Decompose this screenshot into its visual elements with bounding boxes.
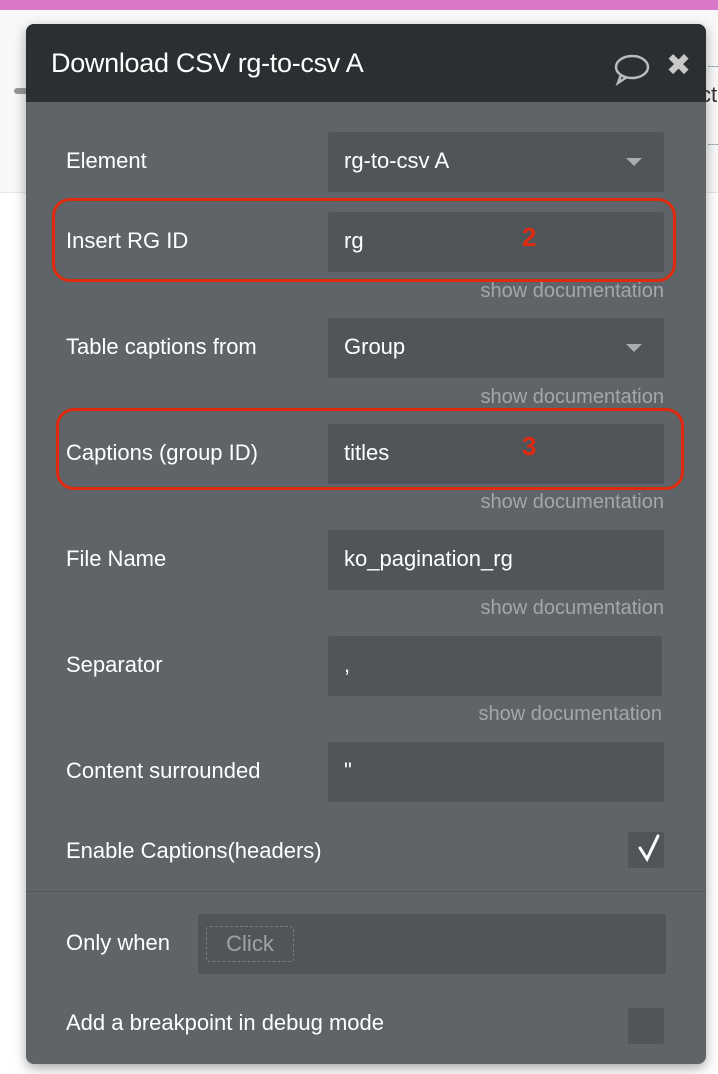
separator-value: , [344,652,351,677]
enable-captions-label: Enable Captions(headers) [66,838,322,863]
annotation-number-2: 2 [522,222,537,252]
breakpoint-checkbox[interactable] [628,1008,664,1044]
table-captions-label: Table captions from [66,334,257,359]
separator-input[interactable]: , [328,636,662,696]
annotation-number-3: 3 [522,431,537,461]
element-value: rg-to-csv A [344,148,450,173]
close-x-icon[interactable]: ✖ [666,48,691,83]
speech-bubble-icon[interactable] [612,52,650,86]
element-label: Element [66,148,147,173]
enable-captions-checkbox[interactable] [628,832,664,868]
top-bar [0,0,718,10]
table-captions-dropdown[interactable]: Group [328,318,664,378]
file-name-value: ko_pagination_rg [344,546,513,571]
dialog-header: Download CSV rg-to-csv A ✖ [26,24,706,102]
content-surrounded-label: Content surrounded [66,758,261,783]
only-when-label: Only when [66,930,170,955]
content-surrounded-value: " [344,758,352,783]
annotation-box-3 [56,408,684,490]
dashed-line [708,66,718,67]
show-documentation-link[interactable]: show documentation [479,703,662,726]
checkmark-icon [638,834,660,863]
click-placeholder[interactable]: Click [206,926,294,962]
chevron-down-icon [626,344,642,352]
only-when-input[interactable]: Click [198,914,666,974]
table-captions-value: Group [344,334,406,359]
file-name-input[interactable]: ko_pagination_rg [328,530,664,590]
breakpoint-label: Add a breakpoint in debug mode [66,1010,385,1035]
show-documentation-link[interactable]: show documentation [481,280,664,303]
separator-label: Separator [66,652,163,677]
show-documentation-link[interactable]: show documentation [481,491,664,514]
element-dropdown[interactable]: rg-to-csv A [328,132,664,192]
chevron-down-icon [626,158,642,166]
content-surrounded-input[interactable]: " [328,742,664,802]
show-documentation-link[interactable]: show documentation [481,386,664,409]
dialog-title: Download CSV rg-to-csv A [51,48,364,78]
show-documentation-link[interactable]: show documentation [481,597,664,620]
workflow-action-dialog: Download CSV rg-to-csv A ✖ Element rg-to… [26,24,706,1064]
dashed-line [708,144,718,145]
file-name-label: File Name [66,546,167,571]
annotation-box-2 [52,198,676,282]
divider [26,891,706,892]
